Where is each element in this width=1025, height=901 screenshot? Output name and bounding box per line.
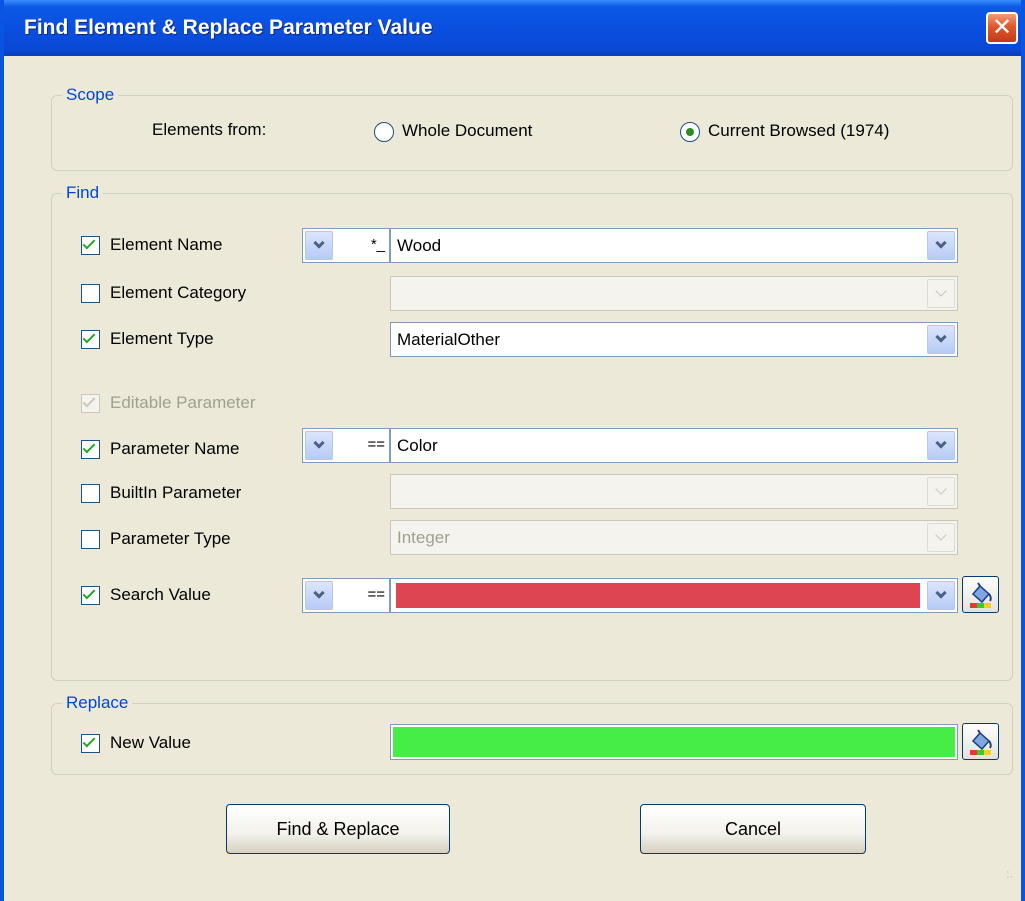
builtin-parameter-select (390, 474, 958, 509)
check-icon (82, 330, 96, 344)
search-value-color-picker-button[interactable] (962, 576, 999, 613)
search-value-swatch (396, 583, 920, 608)
element-name-label[interactable]: Element Name (110, 234, 222, 256)
element-type-checkbox[interactable] (81, 330, 100, 349)
editable-parameter-checkbox (81, 394, 100, 413)
parameter-type-checkbox[interactable] (81, 530, 100, 549)
cancel-button[interactable]: Cancel (640, 804, 866, 854)
builtin-parameter-checkbox[interactable] (81, 484, 100, 503)
chevron-down-icon (935, 483, 947, 495)
operator-value: == (367, 586, 385, 603)
chevron-down-icon (935, 331, 947, 343)
parameter-type-dropdown-button (927, 523, 955, 552)
element-category-dropdown-button (927, 279, 955, 308)
parameter-name-dropdown-button[interactable] (927, 431, 955, 460)
parameter-name-select[interactable]: Color (390, 428, 958, 463)
check-icon (82, 394, 96, 408)
replace-group-label: Replace (62, 693, 133, 713)
window-title: Find Element & Replace Parameter Value (24, 16, 433, 39)
search-value-label[interactable]: Search Value (110, 584, 211, 606)
parameter-name-operator-select[interactable]: == (302, 428, 390, 463)
chevron-down-icon (935, 285, 947, 297)
current-browsed-label[interactable]: Current Browsed (1974) (708, 120, 889, 142)
chevron-down-icon (935, 437, 947, 449)
editable-parameter-label: Editable Parameter (110, 393, 256, 412)
new-value-color-field[interactable] (390, 724, 958, 760)
element-category-label[interactable]: Element Category (110, 282, 246, 304)
whole-document-label[interactable]: Whole Document (402, 120, 532, 142)
chevron-down-icon (313, 587, 325, 599)
new-value-color-picker-button[interactable] (962, 723, 999, 760)
check-icon (82, 586, 96, 600)
element-name-checkbox[interactable] (81, 236, 100, 255)
find-replace-button[interactable]: Find & Replace (226, 804, 450, 854)
title-bar[interactable]: Find Element & Replace Parameter Value ✕ (4, 0, 1021, 56)
new-value-checkbox[interactable] (81, 734, 100, 753)
operator-dropdown-button[interactable] (305, 581, 333, 610)
parameter-type-select: Integer (390, 520, 958, 555)
new-value-label[interactable]: New Value (110, 732, 191, 754)
search-value-dropdown-button[interactable] (927, 581, 955, 610)
element-category-checkbox[interactable] (81, 284, 100, 303)
parameter-name-value: Color (397, 436, 438, 455)
search-value-operator-select[interactable]: == (302, 578, 390, 613)
operator-dropdown-button[interactable] (305, 231, 333, 260)
parameter-name-label[interactable]: Parameter Name (110, 438, 239, 460)
parameter-type-value: Integer (397, 528, 450, 547)
close-button[interactable]: ✕ (986, 12, 1018, 44)
element-name-value: Wood (397, 236, 442, 255)
operator-value: == (367, 436, 385, 453)
check-icon (82, 236, 96, 250)
element-type-value: MaterialOther (397, 330, 500, 349)
operator-value: *_ (370, 236, 385, 253)
element-category-select (390, 276, 958, 311)
scope-group-label: Scope (62, 85, 119, 105)
element-name-select[interactable]: Wood (390, 228, 958, 263)
paint-bucket-icon (970, 729, 992, 755)
element-name-operator-select[interactable]: *_ (302, 228, 390, 263)
chevron-down-icon (313, 437, 325, 449)
elements-from-label: Elements from: (152, 120, 267, 139)
check-icon (82, 440, 96, 454)
element-type-select[interactable]: MaterialOther (390, 322, 958, 357)
paint-bucket-icon (970, 582, 992, 608)
chevron-down-icon (935, 529, 947, 541)
find-group-label: Find (62, 183, 104, 203)
builtin-parameter-label[interactable]: BuiltIn Parameter (110, 482, 241, 504)
new-value-swatch (393, 727, 955, 757)
chevron-down-icon (935, 237, 947, 249)
search-value-color-select[interactable] (390, 578, 958, 613)
chevron-down-icon (935, 587, 947, 599)
check-icon (82, 734, 96, 748)
dialog-window: Find Element & Replace Parameter Value ✕… (0, 0, 1025, 901)
whole-document-radio[interactable] (374, 122, 394, 142)
search-value-checkbox[interactable] (81, 586, 100, 605)
chevron-down-icon (313, 237, 325, 249)
parameter-type-label[interactable]: Parameter Type (110, 528, 231, 550)
element-type-label[interactable]: Element Type (110, 328, 214, 350)
element-type-dropdown-button[interactable] (927, 325, 955, 354)
builtin-parameter-dropdown-button (927, 477, 955, 506)
radio-selected-dot (686, 128, 694, 136)
element-name-dropdown-button[interactable] (927, 231, 955, 260)
resize-grip[interactable]: · ·· (1006, 867, 1013, 883)
current-browsed-radio[interactable] (680, 122, 700, 142)
operator-dropdown-button[interactable] (305, 431, 333, 460)
parameter-name-checkbox[interactable] (81, 440, 100, 459)
close-icon: ✕ (991, 14, 1013, 41)
